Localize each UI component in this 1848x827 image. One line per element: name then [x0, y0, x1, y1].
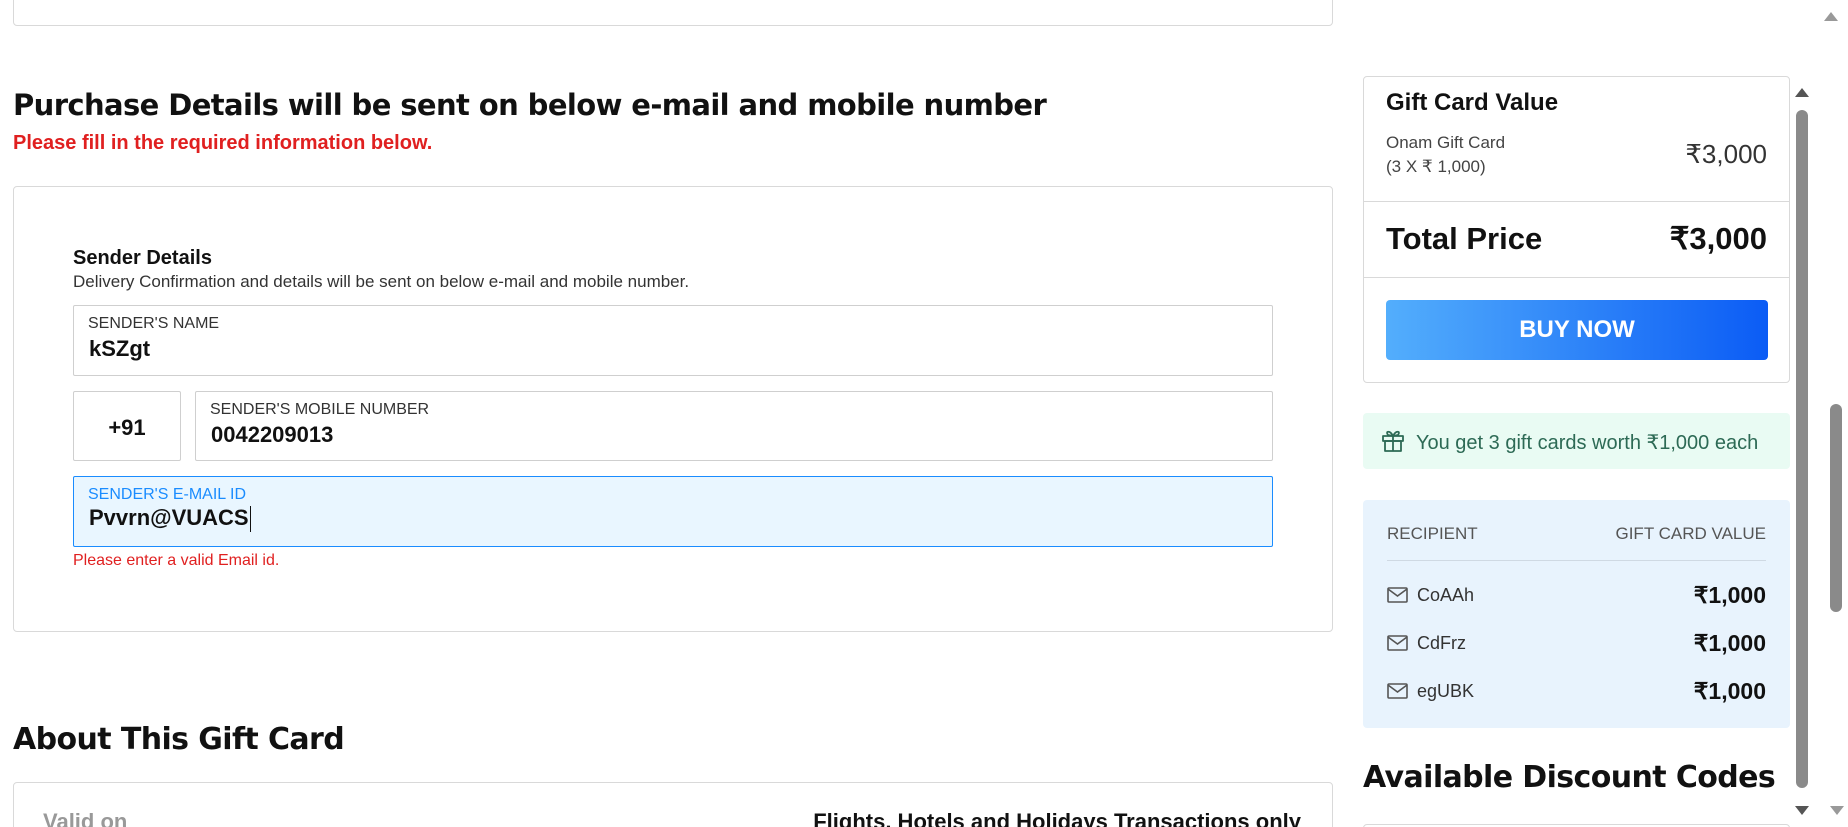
previous-section-card	[13, 0, 1333, 26]
recipient-name: CoAAh	[1417, 585, 1475, 605]
buy-now-button[interactable]: BUY NOW	[1386, 300, 1768, 360]
mail-icon	[1387, 635, 1408, 651]
divider	[1387, 560, 1766, 561]
sender-email-label: SENDER'S E-MAIL ID	[88, 486, 247, 503]
order-summary-card: Gift Card Value Onam Gift Card (3 X ₹ 1,…	[1363, 76, 1790, 383]
country-code-value: +91	[108, 415, 146, 440]
recipient-column-header: RECIPIENT	[1387, 524, 1478, 543]
gift-info-banner: You get 3 gift cards worth ₹1,000 each	[1363, 413, 1790, 469]
card-quantity: (3 X ₹ 1,000)	[1386, 157, 1486, 176]
email-error-message: Please enter a valid Email id.	[73, 552, 280, 569]
sidebar-scroll-up-arrow[interactable]	[1795, 88, 1809, 97]
recipient-row: CoAAh ₹1,000	[1387, 582, 1766, 612]
purchase-details-title: Purchase Details will be sent on below e…	[13, 88, 1047, 122]
sender-email-field[interactable]: SENDER'S E-MAIL ID Pvvrn@VUACS	[73, 476, 1273, 547]
sender-details-title: Sender Details	[73, 247, 212, 269]
sender-name-label: SENDER'S NAME	[88, 315, 220, 332]
sender-name-field[interactable]: SENDER'S NAME	[73, 305, 1273, 376]
sender-mobile-label: SENDER'S MOBILE NUMBER	[210, 401, 430, 418]
sender-name-input[interactable]	[89, 334, 989, 364]
page-scroll-down-arrow[interactable]	[1830, 806, 1844, 815]
recipient-row: CdFrz ₹1,000	[1387, 630, 1766, 660]
total-price-label: Total Price	[1386, 221, 1543, 256]
checkout-page: Purchase Details will be sent on below e…	[0, 0, 1848, 827]
sender-email-input[interactable]: Pvvrn@VUACS	[89, 505, 989, 535]
valid-on-value: Flights, Hotels and Holidays Transaction…	[813, 809, 1301, 827]
page-scroll-up-arrow[interactable]	[1824, 12, 1838, 21]
gift-info-text: You get 3 gift cards worth ₹1,000 each	[1416, 432, 1759, 454]
total-price-value: ₹3,000	[1669, 221, 1767, 256]
recipients-panel: RECIPIENT GIFT CARD VALUE CoAAh ₹1,000 C…	[1363, 500, 1790, 728]
gift-icon	[1382, 430, 1404, 452]
discount-codes-title: Available Discount Codes	[1363, 760, 1776, 795]
required-info-notice: Please fill in the required information …	[13, 132, 433, 154]
country-code-selector[interactable]: +91	[73, 391, 181, 461]
recipient-name: CdFrz	[1417, 633, 1466, 653]
recipient-value: ₹1,000	[1693, 630, 1766, 656]
recipient-row: egUBK ₹1,000	[1387, 678, 1766, 708]
recipient-name: egUBK	[1417, 681, 1475, 701]
sender-details-description: Delivery Confirmation and details will b…	[73, 272, 690, 291]
gift-value-column-header: GIFT CARD VALUE	[1615, 524, 1766, 543]
sidebar-scrollbar-thumb[interactable]	[1796, 110, 1808, 788]
sender-mobile-input[interactable]	[211, 420, 1111, 450]
sidebar-scroll-down-arrow[interactable]	[1795, 806, 1809, 815]
mail-icon	[1387, 683, 1408, 699]
page-scrollbar-thumb[interactable]	[1830, 404, 1842, 612]
recipient-value: ₹1,000	[1693, 678, 1766, 704]
divider	[1364, 201, 1789, 202]
sender-email-value: Pvvrn@VUACS	[89, 505, 249, 530]
card-name: Onam Gift Card	[1386, 133, 1506, 152]
divider	[1364, 277, 1789, 278]
recipient-value: ₹1,000	[1693, 582, 1766, 608]
valid-on-label: Valid on	[43, 809, 128, 827]
mail-icon	[1387, 587, 1408, 603]
text-caret	[249, 506, 251, 533]
gift-card-value-title: Gift Card Value	[1386, 89, 1559, 116]
sender-mobile-field[interactable]: SENDER'S MOBILE NUMBER	[195, 391, 1273, 461]
about-gift-card-title: About This Gift Card	[13, 722, 345, 757]
card-price: ₹3,000	[1685, 139, 1767, 169]
